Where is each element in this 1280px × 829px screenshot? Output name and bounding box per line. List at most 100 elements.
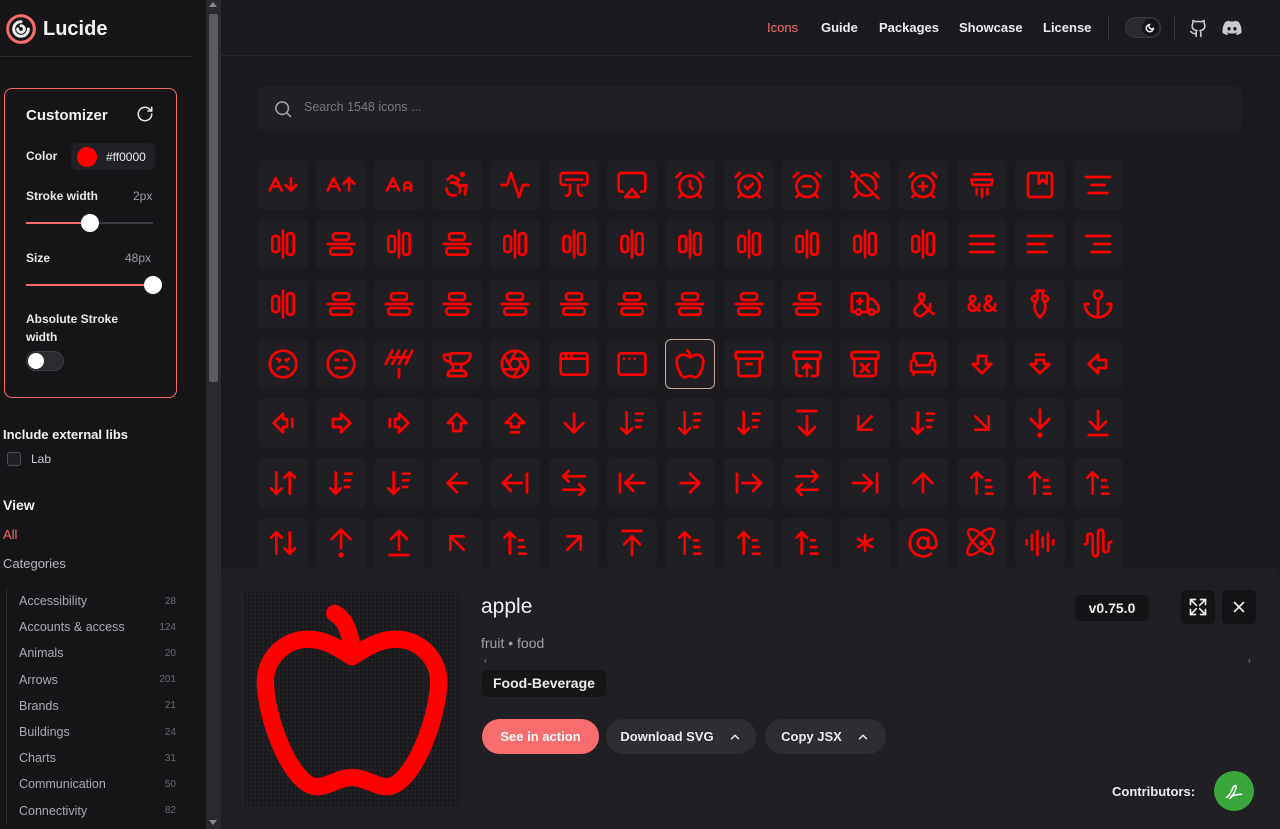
icon-tile-a-large-small[interactable] [374, 160, 424, 210]
icon-tile-arrow-down-right[interactable] [957, 398, 1007, 448]
scroll-up-arrow[interactable] [209, 2, 217, 7]
view-all-link[interactable]: All [3, 527, 17, 542]
icon-tile-arrow-up-down[interactable] [258, 518, 308, 568]
icon-tile-alarm-smoke[interactable] [957, 160, 1007, 210]
reset-icon[interactable] [136, 105, 154, 123]
close-button[interactable] [1222, 590, 1256, 624]
icon-tile-arrow-big-down[interactable] [957, 339, 1007, 389]
icon-tile-align-horizontal-distribute-center[interactable] [490, 219, 540, 269]
icon-tile-arrow-up-from-dot[interactable] [316, 518, 366, 568]
icon-tile-alarm-clock-minus[interactable] [782, 160, 832, 210]
icon-tile-app-window[interactable] [549, 339, 599, 389]
icon-tile-arrows-up-from-line[interactable] [782, 518, 832, 568]
discord-icon[interactable] [1222, 20, 1242, 37]
logo[interactable]: Lucide [5, 13, 107, 45]
icon-tile-arrow-left-right[interactable] [549, 458, 599, 508]
icon-tile-aperture[interactable] [490, 339, 540, 389]
icon-tile-album[interactable] [1015, 160, 1065, 210]
icon-tile-align-justify[interactable] [957, 219, 1007, 269]
size-slider-thumb[interactable] [144, 276, 162, 294]
category-item[interactable]: Buildings 24 [7, 719, 186, 745]
icon-tile-app-window-mac[interactable] [607, 339, 657, 389]
icon-tile-align-end-horizontal[interactable] [374, 219, 424, 269]
nav-link-showcase[interactable]: Showcase [959, 20, 1023, 35]
color-hex-input[interactable]: #ff0000 [106, 150, 152, 164]
icon-tile-arrow-up-narrow-wide[interactable] [490, 518, 540, 568]
icon-tile-align-vertical-justify-start[interactable] [665, 279, 715, 329]
icon-tile-alarm-clock-off[interactable] [840, 160, 890, 210]
icon-tile-arrow-up-z-a[interactable] [724, 518, 774, 568]
icon-tile-arrow-big-right[interactable] [316, 398, 366, 448]
icon-tile-alarm-clock[interactable] [665, 160, 715, 210]
icon-tile-align-vertical-justify-center[interactable] [549, 279, 599, 329]
icon-tile-arrow-up-to-line[interactable] [607, 518, 657, 568]
icon-tile-align-horizontal-space-around[interactable] [840, 219, 890, 269]
icon-tile-align-end-vertical[interactable] [432, 219, 482, 269]
category-item[interactable]: Communication 50 [7, 771, 186, 797]
icon-tile-arrow-down-to-dot[interactable] [1015, 398, 1065, 448]
icon-tile-archive-restore[interactable] [782, 339, 832, 389]
icon-tile-audio-waveform[interactable] [1073, 518, 1123, 568]
icon-tile-arrow-down-to-line[interactable] [1073, 398, 1123, 448]
lab-checkbox[interactable] [7, 452, 21, 466]
icon-tile-alarm-clock-check[interactable] [724, 160, 774, 210]
category-item[interactable]: Accessibility 28 [7, 588, 186, 614]
icon-tile-arrow-right-from-line[interactable] [724, 458, 774, 508]
icon-tile-arrow-big-right-dash[interactable] [374, 398, 424, 448]
icon-tile-arrow-up-0-1[interactable] [957, 458, 1007, 508]
icon-tile-arrow-left[interactable] [432, 458, 482, 508]
icon-tile-arrow-down-1-0[interactable] [665, 398, 715, 448]
icon-tile-arrow-up-wide-narrow[interactable] [665, 518, 715, 568]
copy-jsx-button[interactable]: Copy JSX [765, 719, 886, 754]
icon-tile-angry[interactable] [258, 339, 308, 389]
nav-link-packages[interactable]: Packages [879, 20, 939, 35]
icon-tile-arrow-down[interactable] [549, 398, 599, 448]
icon-tile-align-horizontal-justify-start[interactable] [782, 219, 832, 269]
category-item[interactable]: Brands 21 [7, 693, 186, 719]
size-slider[interactable] [26, 276, 162, 294]
icon-tile-align-start-vertical[interactable] [316, 279, 366, 329]
icon-tile-align-vertical-distribute-end[interactable] [432, 279, 482, 329]
icon-tile-align-left[interactable] [1015, 219, 1065, 269]
icon-tile-align-right[interactable] [1073, 219, 1123, 269]
icon-tile-align-start-horizontal[interactable] [258, 279, 308, 329]
icon-tile-align-vertical-space-around[interactable] [724, 279, 774, 329]
icon-tile-arrow-down-up[interactable] [258, 458, 308, 508]
icon-tile-a-arrow-down[interactable] [258, 160, 308, 210]
scroll-down-arrow[interactable] [209, 820, 217, 825]
chevron-up-icon[interactable] [728, 730, 742, 744]
icon-tile-airplay[interactable] [607, 160, 657, 210]
nav-link-license[interactable]: License [1043, 20, 1091, 35]
scroll-right-indicator[interactable]: › [1248, 656, 1251, 665]
contributor-avatar[interactable] [1214, 771, 1254, 811]
icon-tile-arrow-left-to-line[interactable] [607, 458, 657, 508]
icon-tile-arrow-down-0-1[interactable] [607, 398, 657, 448]
icon-tile-arrow-left-from-line[interactable] [490, 458, 540, 508]
icon-tile-arrow-down-wide-narrow[interactable] [316, 458, 366, 508]
icon-tile-arrow-up-1-0[interactable] [1015, 458, 1065, 508]
icon-tile-arrow-big-up[interactable] [432, 398, 482, 448]
icon-tile-a-arrow-up[interactable] [316, 160, 366, 210]
icon-tile-arrow-big-down-dash[interactable] [1015, 339, 1065, 389]
icon-tile-ampersands[interactable] [957, 279, 1007, 329]
color-picker[interactable]: #ff0000 [71, 143, 155, 170]
icon-tile-align-vertical-distribute-center[interactable] [374, 279, 424, 329]
icon-tile-ambulance[interactable] [840, 279, 890, 329]
sidebar-scrollbar[interactable] [206, 0, 221, 829]
scroll-left-indicator[interactable]: ‹ [484, 656, 487, 665]
scrollbar-thumb[interactable] [209, 14, 218, 382]
icon-tile-arrow-right-left[interactable] [782, 458, 832, 508]
github-icon[interactable] [1189, 19, 1208, 38]
icon-tile-antenna[interactable] [374, 339, 424, 389]
nav-link-guide[interactable]: Guide [821, 20, 858, 35]
icon-tile-apple[interactable] [665, 339, 715, 389]
icon-tile-align-horizontal-justify-center[interactable] [665, 219, 715, 269]
icon-tile-air-vent[interactable] [549, 160, 599, 210]
icon-tile-anvil[interactable] [432, 339, 482, 389]
icon-tile-align-center-horizontal[interactable] [258, 219, 308, 269]
icon-tile-align-center-vertical[interactable] [316, 219, 366, 269]
lab-label[interactable]: Lab [31, 452, 51, 466]
see-in-action-button[interactable]: See in action [482, 719, 599, 754]
icon-tile-atom[interactable] [957, 518, 1007, 568]
fullscreen-button[interactable] [1181, 590, 1215, 624]
